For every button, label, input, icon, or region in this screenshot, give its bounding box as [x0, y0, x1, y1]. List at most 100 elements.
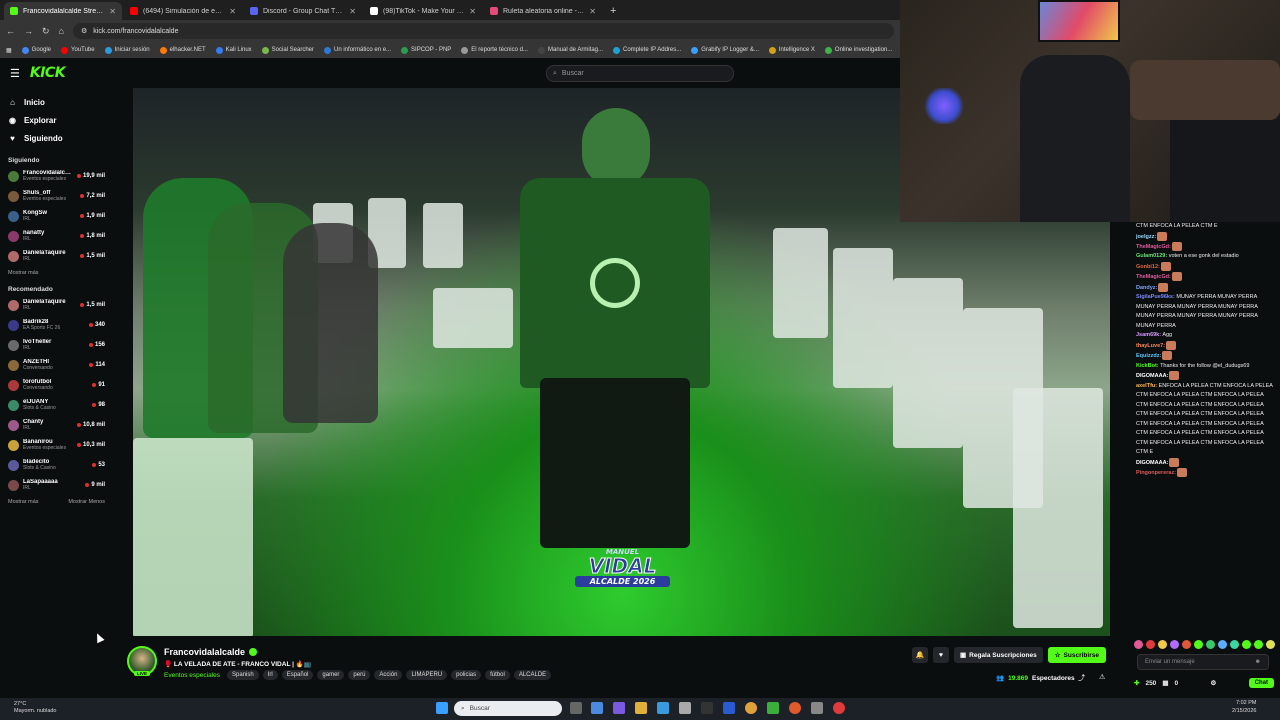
- gift-subs-button[interactable]: ▣ Regala Suscripciones: [954, 647, 1043, 663]
- copilot-icon[interactable]: [591, 702, 603, 714]
- chat-username[interactable]: Jsam69k:: [1136, 332, 1161, 338]
- browser-tab[interactable]: (6494) Simulación de examen II ✕: [124, 2, 242, 20]
- bookmark-item[interactable]: Online investigation...: [824, 46, 892, 54]
- forward-icon[interactable]: →: [24, 26, 33, 36]
- address-bar[interactable]: ⚙ kick.com/francovidalalcalde: [72, 23, 894, 39]
- stream-tag[interactable]: gamer: [317, 670, 345, 680]
- tab-close-icon[interactable]: ✕: [229, 7, 236, 16]
- sidebar-nav-inicio[interactable]: ⌂ Inicio: [0, 93, 113, 111]
- show-less-recommended[interactable]: Mostrar Menos: [68, 499, 105, 505]
- streamer-name[interactable]: Francovidalalcalde: [164, 647, 245, 657]
- bookmark-item[interactable]: Grabify IP Logger &...: [691, 46, 759, 54]
- stream-tag[interactable]: perú: [348, 670, 371, 680]
- tab-close-icon[interactable]: ✕: [589, 7, 596, 16]
- task-view-icon[interactable]: [570, 702, 582, 714]
- browser-tab[interactable]: Discord - Group Chat That's All ✕: [244, 2, 362, 20]
- notification-bell-button[interactable]: 🔔: [912, 647, 928, 663]
- store-icon[interactable]: [679, 702, 691, 714]
- show-more-following[interactable]: Mostrar más: [0, 266, 113, 280]
- channel-item[interactable]: Chanty IRL 10,8 mil: [0, 415, 113, 435]
- xbox-icon[interactable]: [767, 702, 779, 714]
- firefox-icon[interactable]: [789, 702, 801, 714]
- bookmark-item[interactable]: SIPCOP - PNP: [401, 46, 451, 54]
- chat-input[interactable]: Enviar un mensaje ☻: [1137, 654, 1269, 670]
- chat-username[interactable]: Gulam0129:: [1136, 253, 1167, 259]
- channel-item[interactable]: DanielaTaquire IRL 1,5 mil: [0, 246, 113, 266]
- teams-icon[interactable]: [613, 702, 625, 714]
- chrome-icon[interactable]: [745, 702, 757, 714]
- stream-tag[interactable]: LIMAPERU: [406, 670, 448, 680]
- stream-tag[interactable]: ALCALDE: [513, 670, 552, 680]
- channel-item[interactable]: Francovidalalcalde Eventos especiales 19,9…: [0, 166, 113, 186]
- kick-logo[interactable]: KICK: [30, 65, 66, 81]
- new-tab-icon[interactable]: +: [604, 2, 622, 20]
- points-count[interactable]: 0: [1174, 680, 1178, 687]
- bookmark-item[interactable]: Google: [21, 46, 51, 54]
- emote-bar[interactable]: [1134, 638, 1280, 650]
- stream-tag[interactable]: Acción: [374, 670, 403, 680]
- share-icon[interactable]: ⤴: [1078, 673, 1085, 683]
- chat-username[interactable]: DIGOMAAA:: [1136, 373, 1168, 379]
- bookmark-item[interactable]: Intelligence X: [768, 46, 815, 54]
- stream-tag[interactable]: fútbol: [485, 670, 510, 680]
- stream-tag[interactable]: policias: [451, 670, 482, 680]
- chat-username[interactable]: joelgzz:: [1136, 233, 1156, 239]
- browser-tab[interactable]: (98)TikTok - Make Your Day ✕: [364, 2, 482, 20]
- bookmark-item[interactable]: Un informático en e...: [324, 46, 391, 54]
- settings-icon[interactable]: ⚙: [1210, 679, 1216, 687]
- taskbar-search[interactable]: ⌕ Buscar: [454, 701, 562, 716]
- menu-icon[interactable]: ☰: [10, 67, 20, 80]
- channel-item[interactable]: Shuls_off Eventos especiales 7,2 mil: [0, 186, 113, 206]
- home-icon[interactable]: ⌂: [59, 26, 64, 36]
- bookmark-item[interactable]: Kali Linux: [215, 46, 252, 54]
- weather-widget[interactable]: 27°C Mayorm. nublado: [14, 701, 57, 715]
- opera-icon[interactable]: [833, 702, 845, 714]
- bookmark-item[interactable]: elhacker.NET: [159, 46, 206, 54]
- stream-tag[interactable]: Spanish: [227, 670, 259, 680]
- site-info-icon[interactable]: ⚙: [81, 27, 87, 35]
- chat-username[interactable]: thayLuve7:: [1136, 343, 1165, 349]
- follow-button[interactable]: ♥: [933, 647, 949, 663]
- tab-close-icon[interactable]: ✕: [469, 7, 476, 16]
- chat-username[interactable]: Pingonpereraz:: [1136, 470, 1176, 476]
- channel-points[interactable]: 250: [1145, 680, 1156, 687]
- channel-item[interactable]: bladecito Slots & Casino 53: [0, 455, 113, 475]
- chat-username[interactable]: axelTfu:: [1136, 383, 1157, 389]
- channel-item[interactable]: ANZETHI Conversando 114: [0, 355, 113, 375]
- sidebar-nav-explorar[interactable]: ◉ Explorar: [0, 111, 113, 129]
- stream-category[interactable]: Eventos especiales: [164, 672, 220, 679]
- search-input[interactable]: ⌕ Buscar: [546, 65, 734, 82]
- chat-send-button[interactable]: Chat: [1248, 678, 1274, 688]
- channel-item[interactable]: torofutbol Conversando 91: [0, 375, 113, 395]
- subscribe-button[interactable]: ☆ Suscribirse: [1047, 647, 1106, 663]
- chat-username[interactable]: Gonbi12:: [1136, 264, 1160, 270]
- apps-icon[interactable]: ▦: [6, 47, 12, 54]
- back-icon[interactable]: ←: [6, 26, 15, 36]
- chat-username[interactable]: DIGOMAAA:: [1136, 460, 1168, 466]
- channel-item[interactable]: elJUANY Slots & Casino 98: [0, 395, 113, 415]
- channel-item[interactable]: nanatty IRL 1,8 mil: [0, 226, 113, 246]
- channel-item[interactable]: Bananirou Eventos especiales 10,3 mil: [0, 435, 113, 455]
- chat-username[interactable]: TheMagicGd:: [1136, 274, 1171, 280]
- chat-username[interactable]: KickBot:: [1136, 363, 1159, 369]
- app-icon[interactable]: [811, 702, 823, 714]
- show-more-recommended[interactable]: Mostrar más: [8, 499, 39, 505]
- chat-username[interactable]: TheMagicGd:: [1136, 244, 1171, 250]
- system-clock[interactable]: 7:02 PM 2/15/2026: [1232, 700, 1256, 715]
- edge-icon[interactable]: [657, 702, 669, 714]
- start-icon[interactable]: [436, 702, 448, 714]
- stream-tag[interactable]: Irl: [262, 670, 278, 680]
- report-icon[interactable]: ⚠: [1099, 673, 1105, 683]
- channel-item[interactable]: DanielaTaquire IRL 1,5 mil: [0, 295, 113, 315]
- tab-close-icon[interactable]: ✕: [349, 7, 356, 16]
- bookmark-item[interactable]: YouTube: [61, 46, 95, 54]
- channel-item[interactable]: KongSw IRL 1,9 mil: [0, 206, 113, 226]
- chat-username[interactable]: Dandyz:: [1136, 285, 1157, 291]
- channel-item[interactable]: Badrik28 EA Sports FC 26 340: [0, 315, 113, 335]
- browser-tab[interactable]: Ruleta aleatoria online - ruleta ✕: [484, 2, 602, 20]
- sidebar-nav-siguiendo[interactable]: ♥ Siguiendo: [0, 129, 113, 147]
- tab-close-icon[interactable]: ✕: [109, 7, 116, 16]
- browser-tab[interactable]: Francovidalalcalde Stream ✕: [4, 2, 122, 20]
- terminal-icon[interactable]: [701, 702, 713, 714]
- channel-item[interactable]: IvoTheller IRL 156: [0, 335, 113, 355]
